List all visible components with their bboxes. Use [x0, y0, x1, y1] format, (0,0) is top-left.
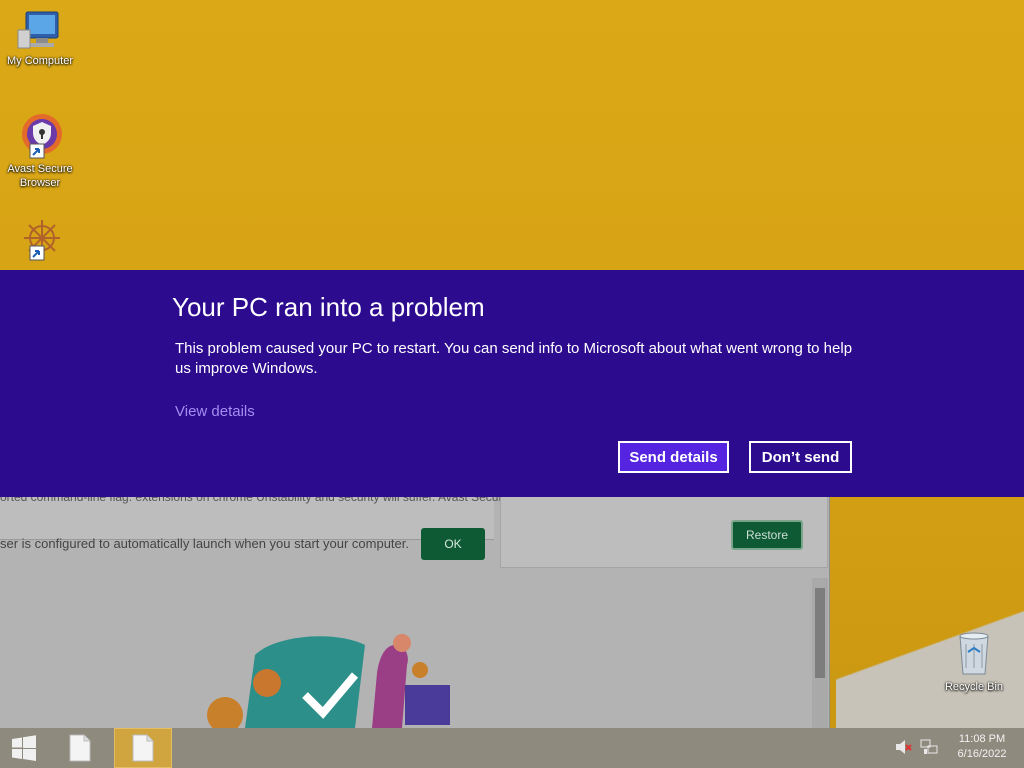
infobar-message: ser is configured to automatically launc… — [0, 536, 409, 551]
desktop-icon-my-computer[interactable]: My Computer — [0, 10, 80, 68]
background-browser-window: orted command-line flag: extensions on c… — [0, 470, 830, 728]
computer-icon — [17, 11, 59, 49]
taskbar-file-button[interactable] — [58, 728, 102, 768]
taskbar: 11:08 PM 6/16/2022 — [0, 728, 1024, 768]
desktop-icon-label: My Computer — [6, 55, 74, 67]
clock-time: 11:08 PM — [958, 733, 1006, 745]
clock-date: 6/16/2022 — [957, 748, 1007, 760]
desktop-icon-label: Avast Secure Browser — [7, 163, 73, 189]
speaker-muted-icon[interactable] — [894, 738, 912, 756]
ok-button[interactable]: OK — [421, 528, 485, 560]
scrollbar[interactable] — [812, 578, 828, 728]
scrollbar-thumb[interactable] — [815, 588, 825, 678]
file-icon — [69, 734, 91, 762]
network-icon[interactable] — [920, 738, 938, 756]
send-details-button[interactable]: Send details — [618, 441, 729, 473]
avast-browser-icon — [22, 114, 62, 159]
taskbar-clock[interactable]: 11:08 PM 6/16/2022 — [950, 732, 1014, 762]
windows-start-icon — [12, 735, 36, 761]
app-shortcut-icon — [24, 220, 60, 261]
dialog-title: Your PC ran into a problem — [172, 292, 485, 322]
desktop-icon-avast-browser[interactable]: Avast Secure Browser — [0, 112, 80, 190]
taskbar-active-file-button[interactable] — [114, 728, 172, 768]
restore-button[interactable]: Restore — [731, 520, 803, 550]
browser-illustration — [207, 634, 450, 728]
recycle-bin-icon — [959, 632, 989, 675]
desktop-icon-label: Recycle Bin — [944, 681, 1004, 693]
start-button[interactable] — [0, 728, 48, 768]
dont-send-button[interactable]: Don’t send — [749, 441, 852, 473]
file-icon — [132, 734, 154, 762]
view-details-link[interactable]: View details — [175, 403, 255, 420]
desktop-icon-recycle-bin[interactable]: Recycle Bin — [934, 630, 1014, 694]
error-dialog: Your PC ran into a problem This problem … — [0, 270, 1024, 497]
dialog-message: This problem caused your PC to restart. … — [175, 340, 853, 377]
desktop-icon-app-shortcut[interactable] — [0, 214, 80, 264]
system-tray — [894, 738, 938, 758]
